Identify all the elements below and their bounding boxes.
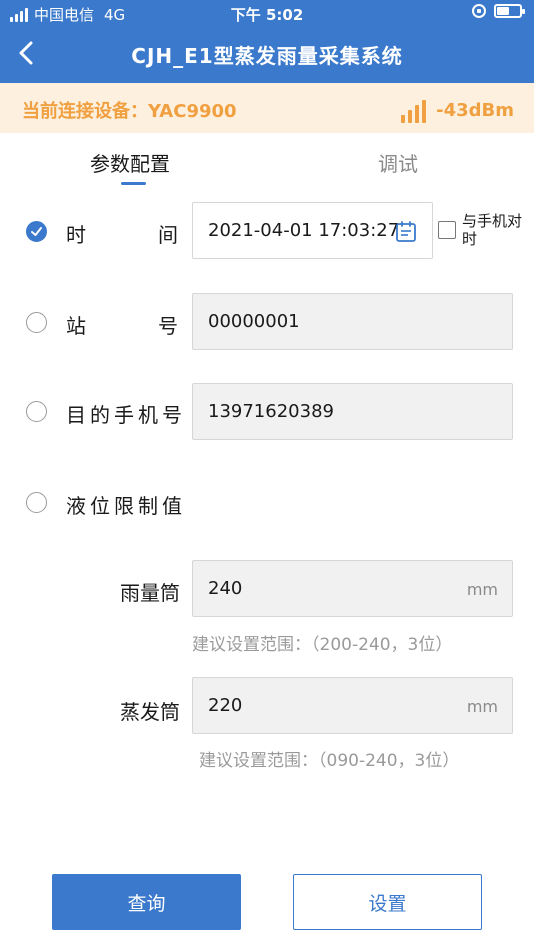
status-right bbox=[472, 4, 525, 18]
rain-gauge-label: 雨量筒 bbox=[120, 581, 180, 605]
station-number-field[interactable]: 00000001 bbox=[192, 293, 513, 350]
active-tab-indicator bbox=[121, 182, 146, 185]
rain-gauge-value: 240 bbox=[208, 578, 243, 599]
battery-icon bbox=[494, 4, 525, 18]
set-button[interactable]: 设置 bbox=[293, 874, 482, 930]
time-label: 时 间 bbox=[66, 219, 178, 248]
evaporation-value: 220 bbox=[208, 695, 243, 716]
phone-label: 目的手机号 bbox=[66, 403, 186, 427]
signal-strength: -43dBm bbox=[401, 97, 514, 123]
page-title: CJH_E1型蒸发雨量采集系统 bbox=[131, 44, 403, 68]
station-label: 站 号 bbox=[66, 310, 178, 339]
phone-radio[interactable] bbox=[26, 401, 47, 422]
station-label-a: 站 bbox=[66, 314, 86, 338]
query-button[interactable]: 查询 bbox=[52, 874, 241, 930]
station-label-b: 号 bbox=[158, 314, 178, 338]
evaporation-hint: 建议设置范围：（090-240，3位） bbox=[199, 751, 460, 771]
time-field[interactable]: 2021-04-01 17:03:27 bbox=[192, 202, 433, 259]
device-status-bar: 当前连接设备：YAC9900 -43dBm bbox=[0, 83, 534, 133]
connected-device-label: 当前连接设备：YAC9900 bbox=[22, 101, 237, 122]
evaporation-field[interactable]: 220 mm bbox=[192, 677, 513, 734]
station-radio[interactable] bbox=[26, 312, 47, 333]
time-label-a: 时 bbox=[66, 223, 86, 247]
rain-gauge-field[interactable]: 240 mm bbox=[192, 560, 513, 617]
evaporation-label: 蒸发筒 bbox=[120, 700, 180, 724]
sync-phone-time-checkbox[interactable] bbox=[438, 221, 456, 239]
sync-phone-time-label: 与手机对时 bbox=[462, 212, 523, 248]
rain-gauge-hint: 建议设置范围：（200-240，3位） bbox=[192, 635, 453, 655]
station-number-value: 00000001 bbox=[208, 311, 300, 332]
rssi-value: -43dBm bbox=[436, 99, 514, 121]
tab-params-config[interactable]: 参数配置 bbox=[90, 148, 170, 177]
status-bar: 中国电信 4G 下午 5:02 bbox=[0, 0, 534, 28]
status-time: 下午 5:02 bbox=[230, 6, 304, 24]
time-label-b: 间 bbox=[158, 223, 178, 247]
check-icon bbox=[31, 227, 42, 236]
time-radio[interactable] bbox=[26, 221, 47, 242]
signal-strength-icon bbox=[401, 97, 427, 123]
app-header: 中国电信 4G 下午 5:02 CJH_E1型蒸发雨量采集系统 bbox=[0, 0, 534, 83]
evaporation-unit: mm bbox=[466, 697, 498, 716]
level-limit-radio[interactable] bbox=[26, 492, 47, 513]
tab-debug[interactable]: 调试 bbox=[378, 148, 418, 177]
calendar-icon[interactable] bbox=[394, 220, 418, 244]
rotation-lock-icon bbox=[472, 4, 486, 18]
phone-number-value: 13971620389 bbox=[208, 401, 334, 422]
rain-gauge-unit: mm bbox=[466, 580, 498, 599]
time-value: 2021-04-01 17:03:27 bbox=[208, 220, 400, 241]
phone-number-field[interactable]: 13971620389 bbox=[192, 383, 513, 440]
level-limit-label: 液位限制值 bbox=[66, 494, 186, 518]
